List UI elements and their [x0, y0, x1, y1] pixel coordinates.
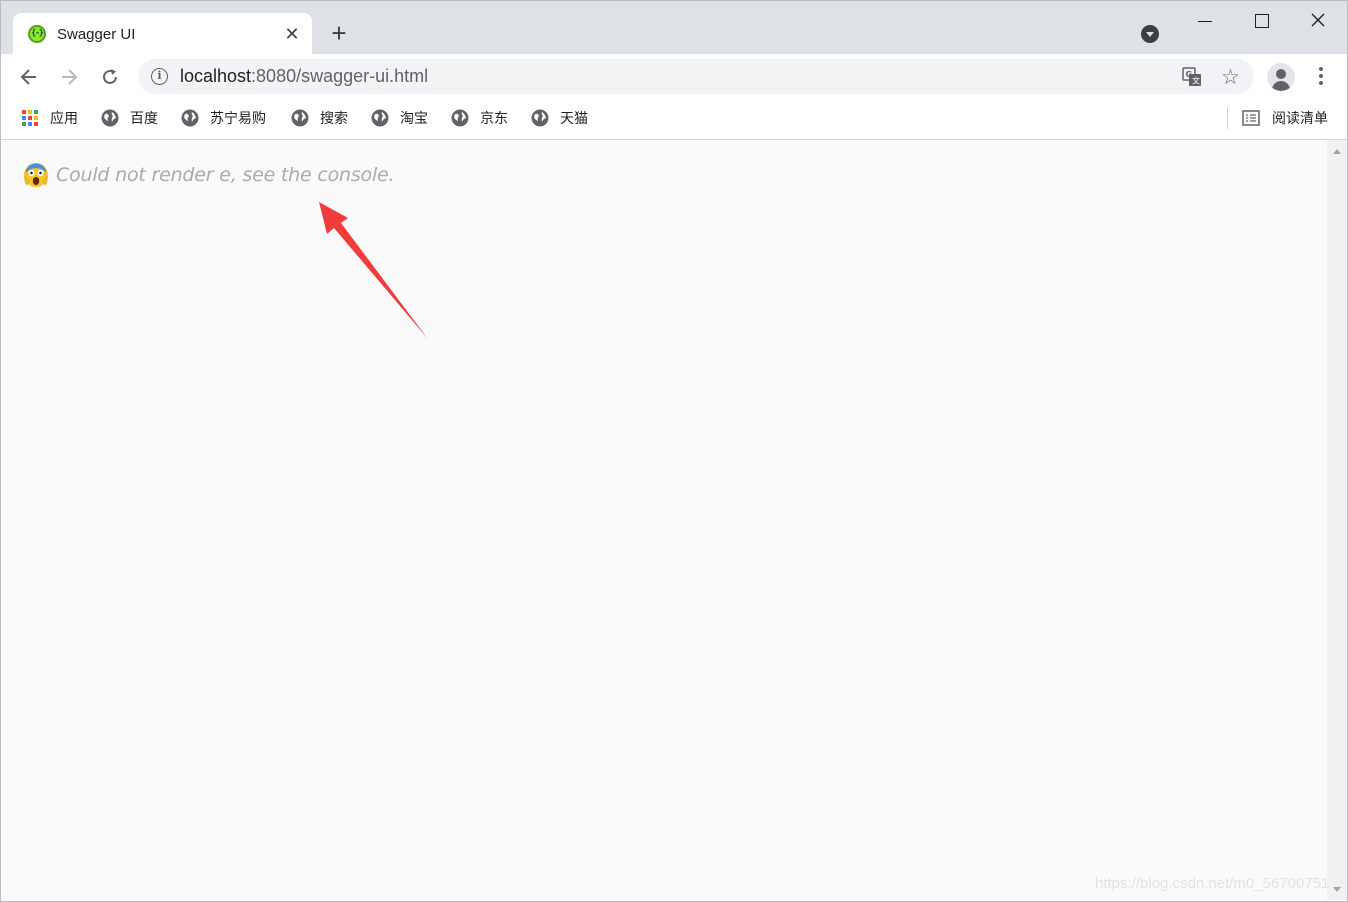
bookmark-tmall[interactable]: 天猫 [531, 108, 588, 128]
address-bar[interactable]: i localhost:8080/swagger-ui.html G文 ☆ [138, 59, 1254, 94]
maximize-icon[interactable] [1241, 5, 1281, 35]
minimize-icon[interactable] [1185, 5, 1225, 35]
bookmark-label: 京东 [480, 110, 508, 126]
scroll-up-arrow-icon[interactable] [1333, 149, 1341, 154]
globe-icon [181, 109, 199, 127]
reading-list-icon [1242, 110, 1260, 126]
tab-strip: Swagger UI ✕ + [0, 0, 1348, 55]
tab-close-icon[interactable]: ✕ [280, 22, 304, 46]
bookmarks-bar: 应用 百度 苏宁易购 搜索 淘宝 京东 天猫 阅读清单 [0, 99, 1348, 140]
globe-icon [371, 109, 389, 127]
tab-swagger-ui[interactable]: Swagger UI ✕ [13, 13, 312, 55]
info-icon[interactable]: i [151, 68, 168, 85]
bookmark-jd[interactable]: 京东 [451, 108, 508, 128]
bookmark-label: 苏宁易购 [210, 110, 266, 126]
error-message: Could not render e, see the console. [23, 162, 395, 188]
watermark: https://blog.csdn.net/m0_56700751 [1095, 875, 1330, 892]
tab-title: Swagger UI [57, 26, 136, 43]
menu-icon[interactable] [1311, 66, 1331, 86]
globe-icon [531, 109, 549, 127]
bookmark-label: 淘宝 [400, 110, 428, 126]
page-viewport: Could not render e, see the console. htt… [0, 140, 1348, 902]
toolbar: i localhost:8080/swagger-ui.html G文 ☆ [0, 54, 1348, 99]
red-arrow-annotation [319, 202, 428, 339]
reading-list-label: 阅读清单 [1272, 110, 1328, 126]
bookmark-label: 搜索 [320, 110, 348, 126]
bookmark-search[interactable]: 搜索 [291, 108, 348, 128]
swagger-icon [28, 25, 46, 43]
tab-search-icon[interactable] [1141, 25, 1159, 43]
url-text[interactable]: localhost:8080/swagger-ui.html [180, 66, 428, 87]
bookmark-suning[interactable]: 苏宁易购 [181, 108, 266, 128]
close-icon[interactable] [1298, 5, 1338, 35]
bookmark-baidu[interactable]: 百度 [101, 108, 158, 128]
svg-text:文: 文 [1192, 76, 1200, 86]
translate-icon[interactable]: G文 [1182, 67, 1202, 92]
profile-avatar[interactable] [1267, 63, 1295, 91]
globe-icon [451, 109, 469, 127]
globe-icon [101, 109, 119, 127]
bookmark-label: 应用 [50, 110, 78, 126]
reading-list-button[interactable]: 阅读清单 [1242, 108, 1328, 128]
star-icon[interactable]: ☆ [1221, 65, 1240, 90]
bookmark-taobao[interactable]: 淘宝 [371, 108, 428, 128]
bookmarks-divider [1227, 107, 1228, 129]
error-text: Could not render e, see the console. [56, 164, 395, 186]
new-tab-button[interactable]: + [325, 19, 353, 47]
screaming-face-emoji [24, 163, 48, 187]
bookmark-label: 百度 [130, 110, 158, 126]
reload-icon[interactable] [95, 62, 125, 92]
globe-icon [291, 109, 309, 127]
bookmark-apps[interactable]: 应用 [21, 108, 78, 128]
scroll-down-arrow-icon[interactable] [1333, 887, 1341, 892]
forward-icon[interactable] [54, 62, 84, 92]
bookmark-label: 天猫 [560, 110, 588, 126]
back-icon[interactable] [14, 62, 44, 92]
vertical-scrollbar[interactable] [1327, 140, 1347, 900]
apps-icon [21, 109, 39, 127]
